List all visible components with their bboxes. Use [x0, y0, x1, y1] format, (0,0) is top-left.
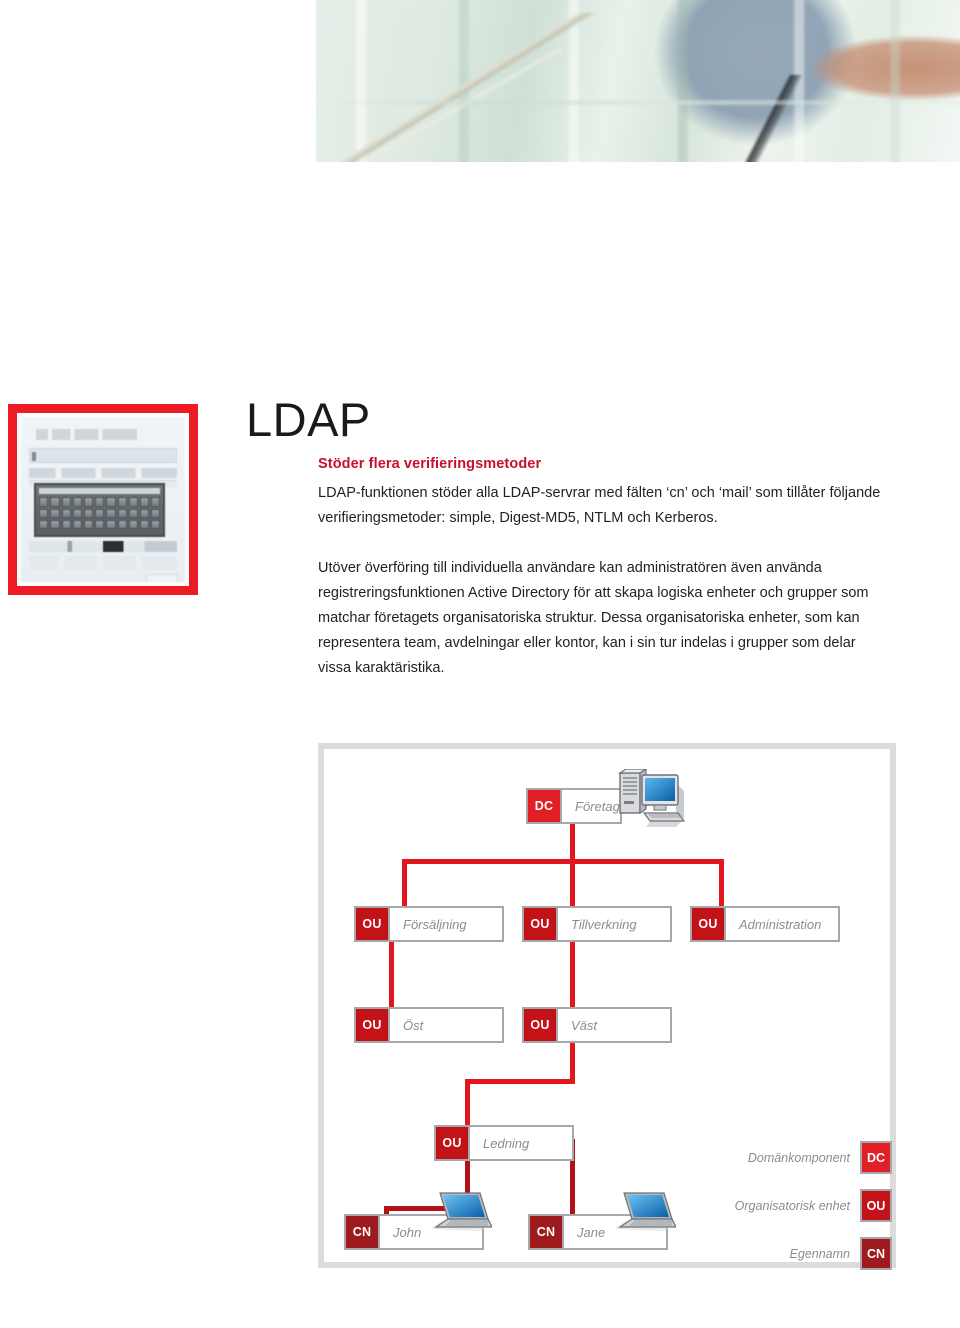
- laptop-icon: [430, 1192, 492, 1231]
- node-tag-cn: CN: [530, 1216, 564, 1248]
- thumbnail-inner-mat: [17, 413, 189, 586]
- node-tag-ou: OU: [692, 908, 726, 940]
- product-screenshot-thumbnail: [8, 404, 198, 595]
- node-tag-ou: OU: [524, 908, 558, 940]
- legend-chip-dc: DC: [860, 1141, 892, 1174]
- screenshot-footer-buttons: [29, 540, 177, 553]
- connector-west-to-management-horizontal: [465, 1079, 575, 1084]
- legend-item-dc: Domänkomponent DC: [700, 1141, 892, 1174]
- hero-photo-image: [316, 0, 960, 162]
- screenshot-key-grid: [39, 497, 161, 530]
- node-ou-east[interactable]: OU Öst: [354, 1007, 504, 1043]
- screenshot-onscreen-keyboard: [34, 483, 166, 538]
- node-tag-ou: OU: [524, 1009, 558, 1041]
- node-label: Försäljning: [403, 916, 467, 932]
- screenshot-address-field: [29, 448, 177, 464]
- legend-label: Egennamn: [789, 1246, 850, 1261]
- screenshot-bottom-button: [145, 573, 179, 582]
- legend-label: Organisatorisk enhet: [734, 1198, 850, 1213]
- ldap-directory-tree-diagram: DC Företag OU Försäljning OU Tillverknin…: [318, 743, 896, 1270]
- connector-to-manufacture: [570, 859, 575, 906]
- legend-item-cn: Egennamn CN: [700, 1237, 892, 1270]
- body-text-column: Stöder flera verifieringsmetoder LDAP-fu…: [318, 456, 886, 681]
- connector-manufacture-to-west: [570, 942, 575, 1007]
- screenshot-column-headers: [29, 468, 177, 479]
- lead-heading: Stöder flera verifieringsmetoder: [318, 456, 542, 472]
- connector-root-down: [570, 823, 575, 864]
- connector-sales-to-east: [389, 942, 394, 1007]
- node-ou-management[interactable]: OU Ledning: [434, 1125, 574, 1161]
- legend-label: Domänkomponent: [747, 1150, 850, 1165]
- laptop-icon: [614, 1192, 676, 1231]
- node-tag-ou: OU: [436, 1127, 470, 1159]
- node-ou-admin[interactable]: OU Administration: [690, 906, 840, 942]
- legend-chip-ou: OU: [860, 1189, 892, 1222]
- connector-management-up: [465, 1079, 470, 1125]
- page-title: LDAP: [246, 393, 371, 446]
- node-tag-cn: CN: [346, 1216, 380, 1248]
- connector-level1-horizontal: [402, 859, 724, 864]
- connector-to-sales: [402, 859, 407, 906]
- node-label: Tillverkning: [571, 916, 637, 932]
- photo-softening-blur: [316, 0, 960, 162]
- node-ou-manufacture[interactable]: OU Tillverkning: [522, 906, 672, 942]
- desktop-computer-icon: [618, 769, 686, 827]
- node-label: Öst: [403, 1017, 424, 1033]
- paragraph-1: LDAP-funktionen stöder alla LDAP-servrar…: [318, 485, 881, 526]
- device-panel-screenshot-image: [21, 417, 185, 582]
- node-ou-west[interactable]: OU Väst: [522, 1007, 672, 1043]
- screenshot-tab-row: [29, 555, 177, 571]
- legend-item-ou: Organisatorisk enhet OU: [700, 1189, 892, 1222]
- document-page: LDAP Stöder flera verifieringsmetoder LD…: [0, 0, 960, 1328]
- node-tag-dc: DC: [528, 790, 562, 822]
- hero-photo-banner: [316, 0, 960, 162]
- screenshot-keyboard-display: [39, 488, 161, 495]
- node-label: Väst: [571, 1017, 598, 1033]
- node-tag-ou: OU: [356, 1009, 390, 1041]
- legend-chip-cn: CN: [860, 1237, 892, 1270]
- node-label: Ledning: [483, 1135, 530, 1151]
- connector-west-down: [570, 1042, 575, 1083]
- node-ou-sales[interactable]: OU Försäljning: [354, 906, 504, 942]
- node-label: Administration: [739, 916, 822, 932]
- screenshot-text-cursor: [32, 451, 36, 461]
- connector-to-admin: [719, 859, 724, 906]
- screenshot-title-bar: [35, 428, 138, 441]
- paragraph-2: Utöver överföring till individuella anvä…: [318, 560, 869, 676]
- node-tag-ou: OU: [356, 908, 390, 940]
